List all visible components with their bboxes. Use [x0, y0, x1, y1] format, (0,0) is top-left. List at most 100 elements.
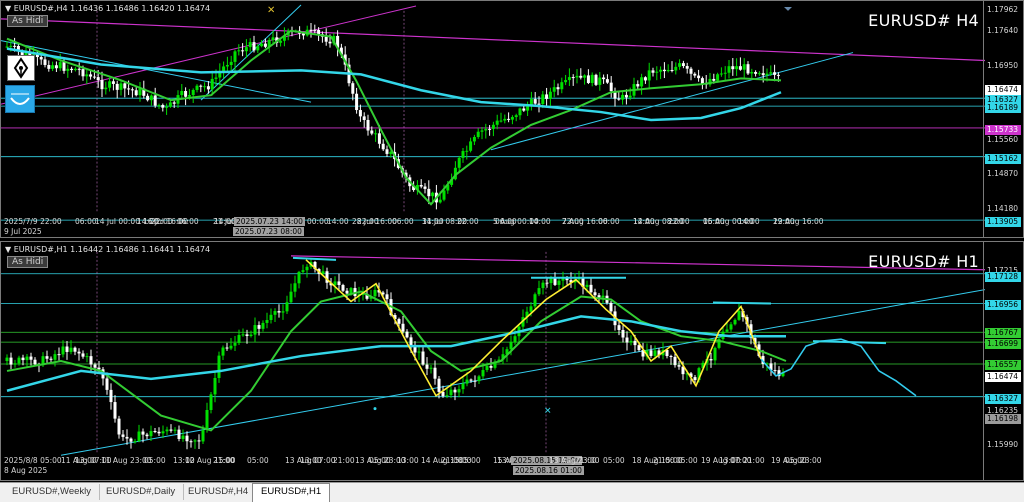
candle-body [370, 130, 374, 134]
chart-panel-h4[interactable]: ✕ ▼ EURUSD#,H4 1.16436 1.16486 1.16420 1… [0, 0, 1024, 238]
candle-body [509, 341, 513, 350]
time-label: 2025.07.23 08:00 [233, 227, 304, 236]
candle-body [51, 65, 55, 69]
candle-body [62, 62, 66, 71]
tab-eurusd-h4[interactable]: EURUSD#,H4 [180, 484, 258, 500]
candle-body [172, 102, 176, 104]
candle-body [423, 186, 427, 189]
time-label: 2025.07.23 14:00 [234, 217, 305, 226]
candle-body [9, 357, 13, 365]
price-scale-h4[interactable]: 1.17962 1.17640 1.16950 1.16474 1.16327 1.161… [983, 1, 1023, 237]
candle-body [586, 75, 590, 83]
candle-body [465, 150, 469, 152]
price-chart-h1[interactable]: ✕ [1, 242, 985, 480]
chart-panel-h1[interactable]: ✕ ▼ EURUSD#,H1 1.16442 1.16486 1.16441 1… [0, 241, 1024, 481]
candle-body [670, 69, 674, 71]
candle-body [712, 78, 716, 81]
candle-body [514, 115, 518, 118]
time-label: 21:00 [575, 456, 597, 465]
price-label: 1.15560 [987, 135, 1019, 144]
candle-body [153, 431, 157, 433]
candle-body [263, 43, 267, 47]
candle-body [157, 431, 161, 434]
candle-body [54, 65, 58, 69]
candle-body [601, 295, 605, 298]
tab-eurusd-weekly[interactable]: EURUSD#,Weekly [4, 484, 101, 500]
time-label: 21:00 [743, 456, 765, 465]
candle-body [427, 188, 431, 197]
candle-body [651, 70, 655, 73]
moving-average-fast [6, 290, 787, 432]
candle-body [265, 320, 269, 323]
moving-average-fast [6, 29, 782, 206]
candle-body [214, 77, 218, 79]
candle-body [45, 356, 49, 359]
candle-body [628, 95, 632, 98]
price-chart-h4[interactable]: ✕ [1, 1, 985, 237]
candle-body [358, 110, 362, 117]
tab-eurusd-daily[interactable]: EURUSD#,Daily [98, 484, 185, 500]
candle-body [405, 331, 409, 338]
candle-body [141, 431, 145, 435]
price-scale-h1[interactable]: 1.17215 1.17128 1.16956 1.16767 1.16699 1.165… [983, 242, 1023, 480]
candle-body [173, 429, 177, 431]
candle-body [49, 358, 53, 360]
candle-body [165, 106, 169, 108]
candle-body [205, 409, 209, 431]
candle-body [137, 431, 141, 442]
time-label: 2025/7/9 22:00 [4, 217, 62, 226]
symbol-title-h1: EURUSD# H1 [868, 252, 979, 271]
price-label: 1.17128 [985, 272, 1021, 282]
price-label: 1.16198 [985, 414, 1021, 424]
candle-body [453, 389, 457, 393]
candle-body [351, 83, 355, 94]
as-hidi-button-h1[interactable]: As Hidi [7, 256, 49, 268]
time-label: 2025.08.16 01:00 [513, 466, 584, 475]
candle-body [257, 325, 261, 329]
candle-body [73, 68, 77, 71]
time-label: 14 Jul 00:00 [95, 217, 140, 226]
candle-body [221, 347, 225, 356]
candle-body [61, 346, 65, 355]
candle-body [47, 64, 51, 69]
candle-body [735, 66, 739, 70]
candle-body [373, 289, 377, 297]
candle-body [97, 367, 101, 370]
candle-body [449, 389, 453, 396]
tab-eurusd-h1[interactable]: EURUSD#,H1 [252, 483, 331, 502]
price-label: 1.16699 [985, 339, 1021, 349]
candle-body [93, 364, 97, 368]
time-label: 14:00 [327, 217, 349, 226]
candle-body [249, 334, 253, 337]
candle-body [421, 351, 425, 365]
candle-body [655, 71, 659, 73]
candle-body [765, 73, 769, 76]
price-label: 1.16327 [985, 394, 1021, 404]
symbol-title-h4: EURUSD# H4 [868, 11, 979, 30]
price-label: 1.16474 [985, 372, 1021, 382]
pattern-top [712, 301, 772, 305]
candle-body [381, 143, 385, 150]
curve-tool-icon[interactable] [5, 85, 35, 113]
candle-body [769, 72, 773, 74]
candle-body [617, 98, 621, 100]
candle-body [481, 370, 485, 377]
candle-body [700, 78, 704, 84]
price-label: 1.16557 [985, 360, 1021, 370]
pen-tool-icon[interactable] [7, 55, 35, 81]
candle-body [441, 391, 445, 397]
as-hidi-button-h4[interactable]: As Hidi [7, 15, 49, 27]
candle-body [21, 357, 25, 361]
candle-body [621, 94, 625, 100]
candle-body [217, 355, 221, 378]
time-label: 22:00 [668, 217, 690, 226]
candle-body [362, 116, 366, 120]
candle-body [417, 351, 421, 353]
candle-body [609, 302, 613, 312]
candle-body [669, 356, 673, 358]
time-label: 05:00 [785, 456, 807, 465]
candle-body [773, 72, 777, 75]
candle-body [113, 402, 117, 419]
candle-body [746, 64, 750, 74]
candle-body [761, 73, 765, 76]
